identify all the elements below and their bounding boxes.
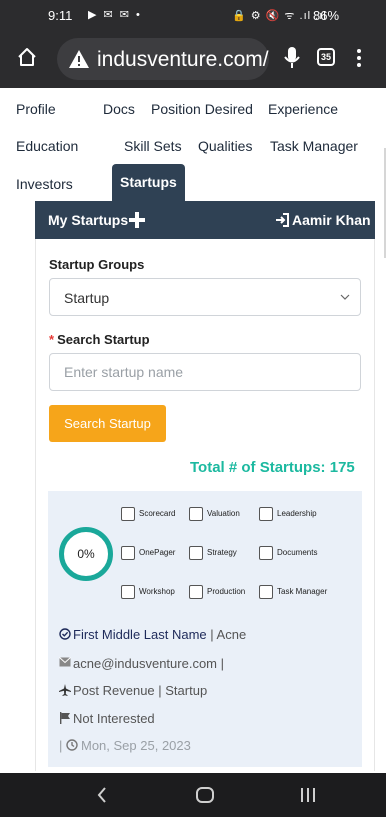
nav-experience[interactable]: Experience [268,101,338,117]
home-button-icon[interactable] [196,787,214,803]
add-startup-icon[interactable] [129,212,145,228]
nav-skill-sets[interactable]: Skill Sets [124,138,182,154]
nav-investors[interactable]: Investors [16,176,73,192]
total-startups: Total # of Startups: 175 [190,459,355,476]
startup-groups-select[interactable]: Startup [49,278,361,316]
date-separator: | [59,738,63,753]
nav-startups-active[interactable]: Startups [112,164,185,201]
recent-apps-icon[interactable] [300,788,316,802]
my-startups-header: My Startups Aamir Khan [35,201,375,239]
founder-name[interactable]: First Middle Last Name [73,627,207,642]
status-text: Not Interested [73,711,155,726]
check-circle-icon [59,628,71,640]
nav-education[interactable]: Education [16,138,78,154]
notification-icons: ▶ ✉ ✉ • [88,9,142,21]
sign-in-icon [276,213,289,227]
flag-icon [60,712,70,724]
date-text: Mon, Sep 25, 2023 [81,738,191,753]
nav-profile[interactable]: Profile [16,101,56,117]
envelope-icon [59,657,71,667]
browser-toolbar: indusventure.com/ 35 [0,30,386,88]
nav-qualities[interactable]: Qualities [198,138,252,154]
startup-groups-label: Startup Groups [49,257,145,272]
system-nav-bar [0,773,386,817]
company-name: | Acne [210,627,247,642]
chevron-down-icon [340,294,350,300]
search-startup-button[interactable]: Search Startup [49,405,166,442]
microphone-icon[interactable] [283,46,301,70]
my-startups-card: Startup Groups Startup *Search Startup S… [35,239,375,771]
card-title: My Startups [48,212,129,228]
search-startup-input[interactable] [49,353,361,391]
battery-level: 86% [313,8,340,23]
stage-text: Post Revenue | Startup [73,683,208,698]
nav-position-desired[interactable]: Position Desired [151,101,253,117]
url-text[interactable]: indusventure.com/ [97,48,269,72]
startup-groups-value: Startup [64,290,110,306]
tabs-count-button[interactable]: 35 [317,48,335,66]
home-icon[interactable] [16,46,38,68]
clock-icon [66,739,78,751]
email-text: acne@indusventure.com | [73,656,224,671]
nav-docs[interactable]: Docs [103,101,135,117]
more-options-icon[interactable] [356,48,362,68]
progress-ring: 0% [59,527,113,581]
warning-icon[interactable] [68,48,90,70]
startup-list-item: 0% Scorecard Valuation Leadership OnePag… [48,491,362,767]
search-startup-label: * Search Startup [49,332,150,347]
address-bar[interactable]: indusventure.com/ [57,38,269,80]
plane-icon [59,684,71,696]
nav-task-manager[interactable]: Task Manager [270,138,358,154]
user-name[interactable]: Aamir Khan [292,212,371,228]
status-time: 9:11 [48,8,73,23]
progress-value: 0% [77,547,95,561]
status-bar: 9:11 ▶ ✉ ✉ • 🔒 ⚙ 🔇 ᯤ .ıl .ıl 86% [0,0,386,30]
profile-nav-menu: Profile Docs Position Desired Experience… [0,88,386,201]
back-icon[interactable] [96,787,108,803]
